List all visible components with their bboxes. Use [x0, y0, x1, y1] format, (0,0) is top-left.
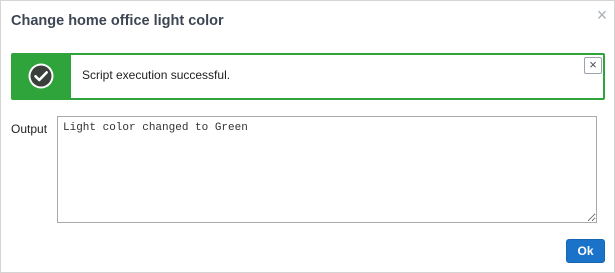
dialog-close-icon[interactable]: ×: [594, 6, 610, 24]
script-result-dialog: Change home office light color × Script …: [0, 0, 615, 273]
alert-message: Script execution successful.: [82, 68, 231, 82]
alert-close-button[interactable]: ×: [584, 57, 602, 74]
output-textarea[interactable]: Light color changed to Green: [57, 116, 597, 223]
success-alert: Script execution successful. ×: [11, 53, 605, 100]
output-label: Output: [11, 122, 48, 136]
ok-button[interactable]: Ok: [566, 239, 605, 263]
alert-icon-container: [13, 55, 71, 98]
dialog-title: Change home office light color: [11, 13, 224, 29]
check-circle-icon: [28, 63, 54, 89]
